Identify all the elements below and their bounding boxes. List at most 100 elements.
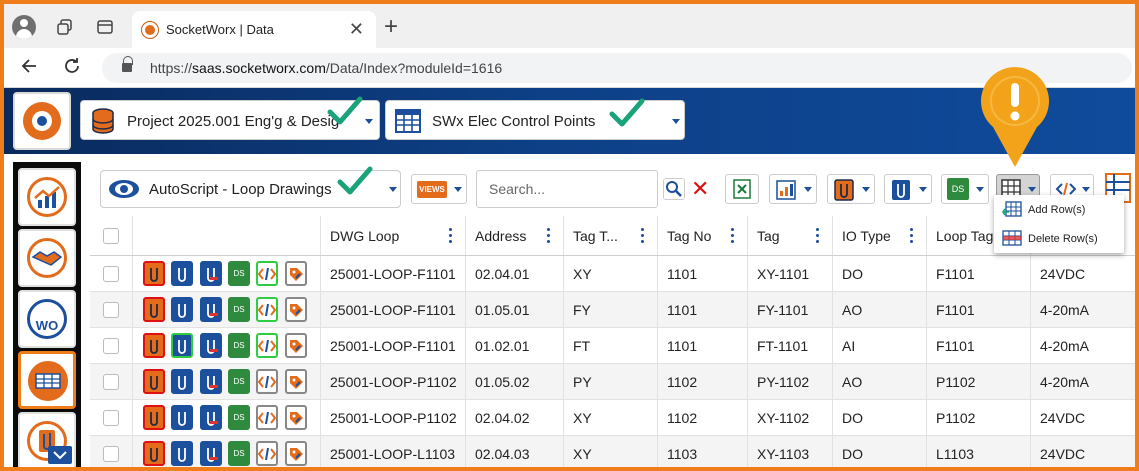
data-table: DWG Loop Address Tag T... Tag No Tag IO … <box>90 216 1135 467</box>
datasheet-icon[interactable]: DS <box>228 441 250 466</box>
script-code-icon[interactable] <box>256 297 278 322</box>
tab-close-icon[interactable]: ✕ <box>349 19 364 40</box>
loop-drawing-paperclip-icon[interactable] <box>143 405 165 430</box>
script-code-icon[interactable] <box>256 441 278 466</box>
search-icon[interactable] <box>663 178 685 200</box>
attachment-icon[interactable] <box>171 369 193 394</box>
attachment-icon[interactable] <box>171 297 193 322</box>
tab-actions-icon[interactable] <box>94 16 116 38</box>
column-menu-icon[interactable] <box>547 228 551 244</box>
cell-tag-no: 1102 <box>658 364 748 399</box>
column-menu-icon[interactable] <box>910 228 914 244</box>
table-row[interactable]: DS 25001-LOOP-P1102 02.04.02 XY 1102 XY-1102 D… <box>90 400 1135 436</box>
excel-export-button[interactable] <box>725 174 759 204</box>
tag-link-icon[interactable] <box>285 333 307 358</box>
script-code-icon[interactable] <box>256 405 278 430</box>
views-button[interactable]: VIEWS <box>411 174 467 204</box>
column-header-tag[interactable]: Tag <box>748 216 833 255</box>
column-header-io-type[interactable]: IO Type <box>833 216 927 255</box>
row-actions-cell: DS <box>133 328 321 363</box>
column-header-tag-type[interactable]: Tag T... <box>564 216 658 255</box>
attachment-remove-icon[interactable] <box>200 261 222 286</box>
tag-link-icon[interactable] <box>285 405 307 430</box>
loop-drawing-paperclip-icon[interactable] <box>143 333 165 358</box>
column-header-dwg-loop[interactable]: DWG Loop <box>321 216 466 255</box>
script-code-icon[interactable] <box>256 261 278 286</box>
script-code-icon[interactable] <box>256 333 278 358</box>
exclamation-pin-icon <box>981 67 1049 167</box>
cell-io-type: AO <box>833 364 927 399</box>
back-arrow-icon[interactable] <box>20 56 40 82</box>
datasheet-icon[interactable]: DS <box>228 261 250 286</box>
row-checkbox[interactable] <box>103 337 119 354</box>
browser-tab-active[interactable]: SocketWorx | Data ✕ <box>132 11 376 48</box>
report-button[interactable] <box>769 174 817 204</box>
attachment-icon[interactable] <box>171 405 193 430</box>
database-icon <box>92 108 114 134</box>
socketworx-logo[interactable] <box>13 92 71 150</box>
datasheet-icon[interactable]: DS <box>228 333 250 358</box>
table-row[interactable]: DS 25001-LOOP-L1103 02.04.03 XY 1103 XY-1103 D… <box>90 436 1135 467</box>
loop-drawing-paperclip-icon[interactable] <box>143 297 165 322</box>
attachment-remove-icon[interactable] <box>200 297 222 322</box>
profile-avatar-icon[interactable] <box>12 15 36 39</box>
new-tab-button[interactable]: + <box>384 13 398 41</box>
sidebar-item-analytics[interactable] <box>18 168 76 226</box>
tag-link-icon[interactable] <box>285 261 307 286</box>
attachment-remove-icon[interactable] <box>200 333 222 358</box>
attachment-remove-icon[interactable] <box>200 369 222 394</box>
reload-icon[interactable] <box>62 56 82 82</box>
menu-item-add-rows[interactable]: Add Row(s) <box>994 195 1124 224</box>
row-checkbox[interactable] <box>103 265 119 282</box>
clear-search-icon[interactable]: ✕ <box>691 178 709 200</box>
table-row[interactable]: DS 25001-LOOP-F1101 02.04.01 XY 1101 XY-1101 D… <box>90 256 1135 292</box>
attachment-icon[interactable] <box>171 441 193 466</box>
column-menu-icon[interactable] <box>731 228 735 244</box>
attachment-icon[interactable] <box>171 333 193 358</box>
download-badge-icon[interactable] <box>48 446 72 464</box>
cell-dwg-loop: 25001-LOOP-L1103 <box>321 436 466 467</box>
table-row[interactable]: DS 25001-LOOP-F1101 01.05.01 FY 1101 FY-1101 A… <box>90 292 1135 328</box>
column-header-tag-no[interactable]: Tag No <box>658 216 748 255</box>
column-menu-icon[interactable] <box>816 228 820 244</box>
workspaces-icon[interactable] <box>54 16 76 38</box>
sidebar-item-partners[interactable] <box>18 229 76 287</box>
row-checkbox[interactable] <box>103 445 119 462</box>
attachment-remove-icon[interactable] <box>200 441 222 466</box>
table-row[interactable]: DS 25001-LOOP-F1101 01.02.01 FT 1101 FT-1101 A… <box>90 328 1135 364</box>
delete-row-icon <box>1002 230 1022 246</box>
menu-item-delete-rows[interactable]: Delete Row(s) <box>994 224 1124 253</box>
select-all-checkbox[interactable] <box>103 227 119 244</box>
column-menu-icon[interactable] <box>449 228 453 244</box>
datasheet-button[interactable]: DS <box>941 174 989 204</box>
datasheet-icon[interactable]: DS <box>228 405 250 430</box>
search-input[interactable] <box>476 170 658 208</box>
datasheet-icon[interactable]: DS <box>228 297 250 322</box>
sidebar-item-data[interactable] <box>18 351 76 409</box>
attachment-icon[interactable] <box>171 261 193 286</box>
sidebar-item-work-orders[interactable]: WO <box>18 290 76 348</box>
tag-link-icon[interactable] <box>285 297 307 322</box>
script-code-icon[interactable] <box>256 369 278 394</box>
attachments-button[interactable] <box>884 174 932 204</box>
column-menu-icon[interactable] <box>641 228 645 244</box>
row-checkbox[interactable] <box>103 373 119 390</box>
cell-tag-no: 1101 <box>658 256 748 291</box>
attachment-remove-icon[interactable] <box>200 405 222 430</box>
row-checkbox[interactable] <box>103 301 119 318</box>
lock-icon[interactable] <box>122 56 133 73</box>
loop-drawing-paperclip-icon[interactable] <box>143 261 165 286</box>
loop-drawing-paperclip-icon[interactable] <box>143 441 165 466</box>
row-checkbox[interactable] <box>103 409 119 426</box>
table-row[interactable]: DS 25001-LOOP-P1102 01.05.02 PY 1102 PY-1102 A… <box>90 364 1135 400</box>
tag-link-icon[interactable] <box>285 441 307 466</box>
column-header-address[interactable]: Address <box>466 216 564 255</box>
loop-drawing-paperclip-icon[interactable] <box>143 369 165 394</box>
url-field[interactable]: https://saas.socketworx.com/Data/Index?m… <box>102 53 1132 83</box>
tag-link-icon[interactable] <box>285 369 307 394</box>
chevron-down-icon <box>365 119 373 124</box>
documents-button[interactable] <box>827 174 875 204</box>
datasheet-icon[interactable]: DS <box>228 369 250 394</box>
sidebar-item-documents[interactable] <box>18 412 76 467</box>
cell-tag-type: FT <box>564 328 658 363</box>
